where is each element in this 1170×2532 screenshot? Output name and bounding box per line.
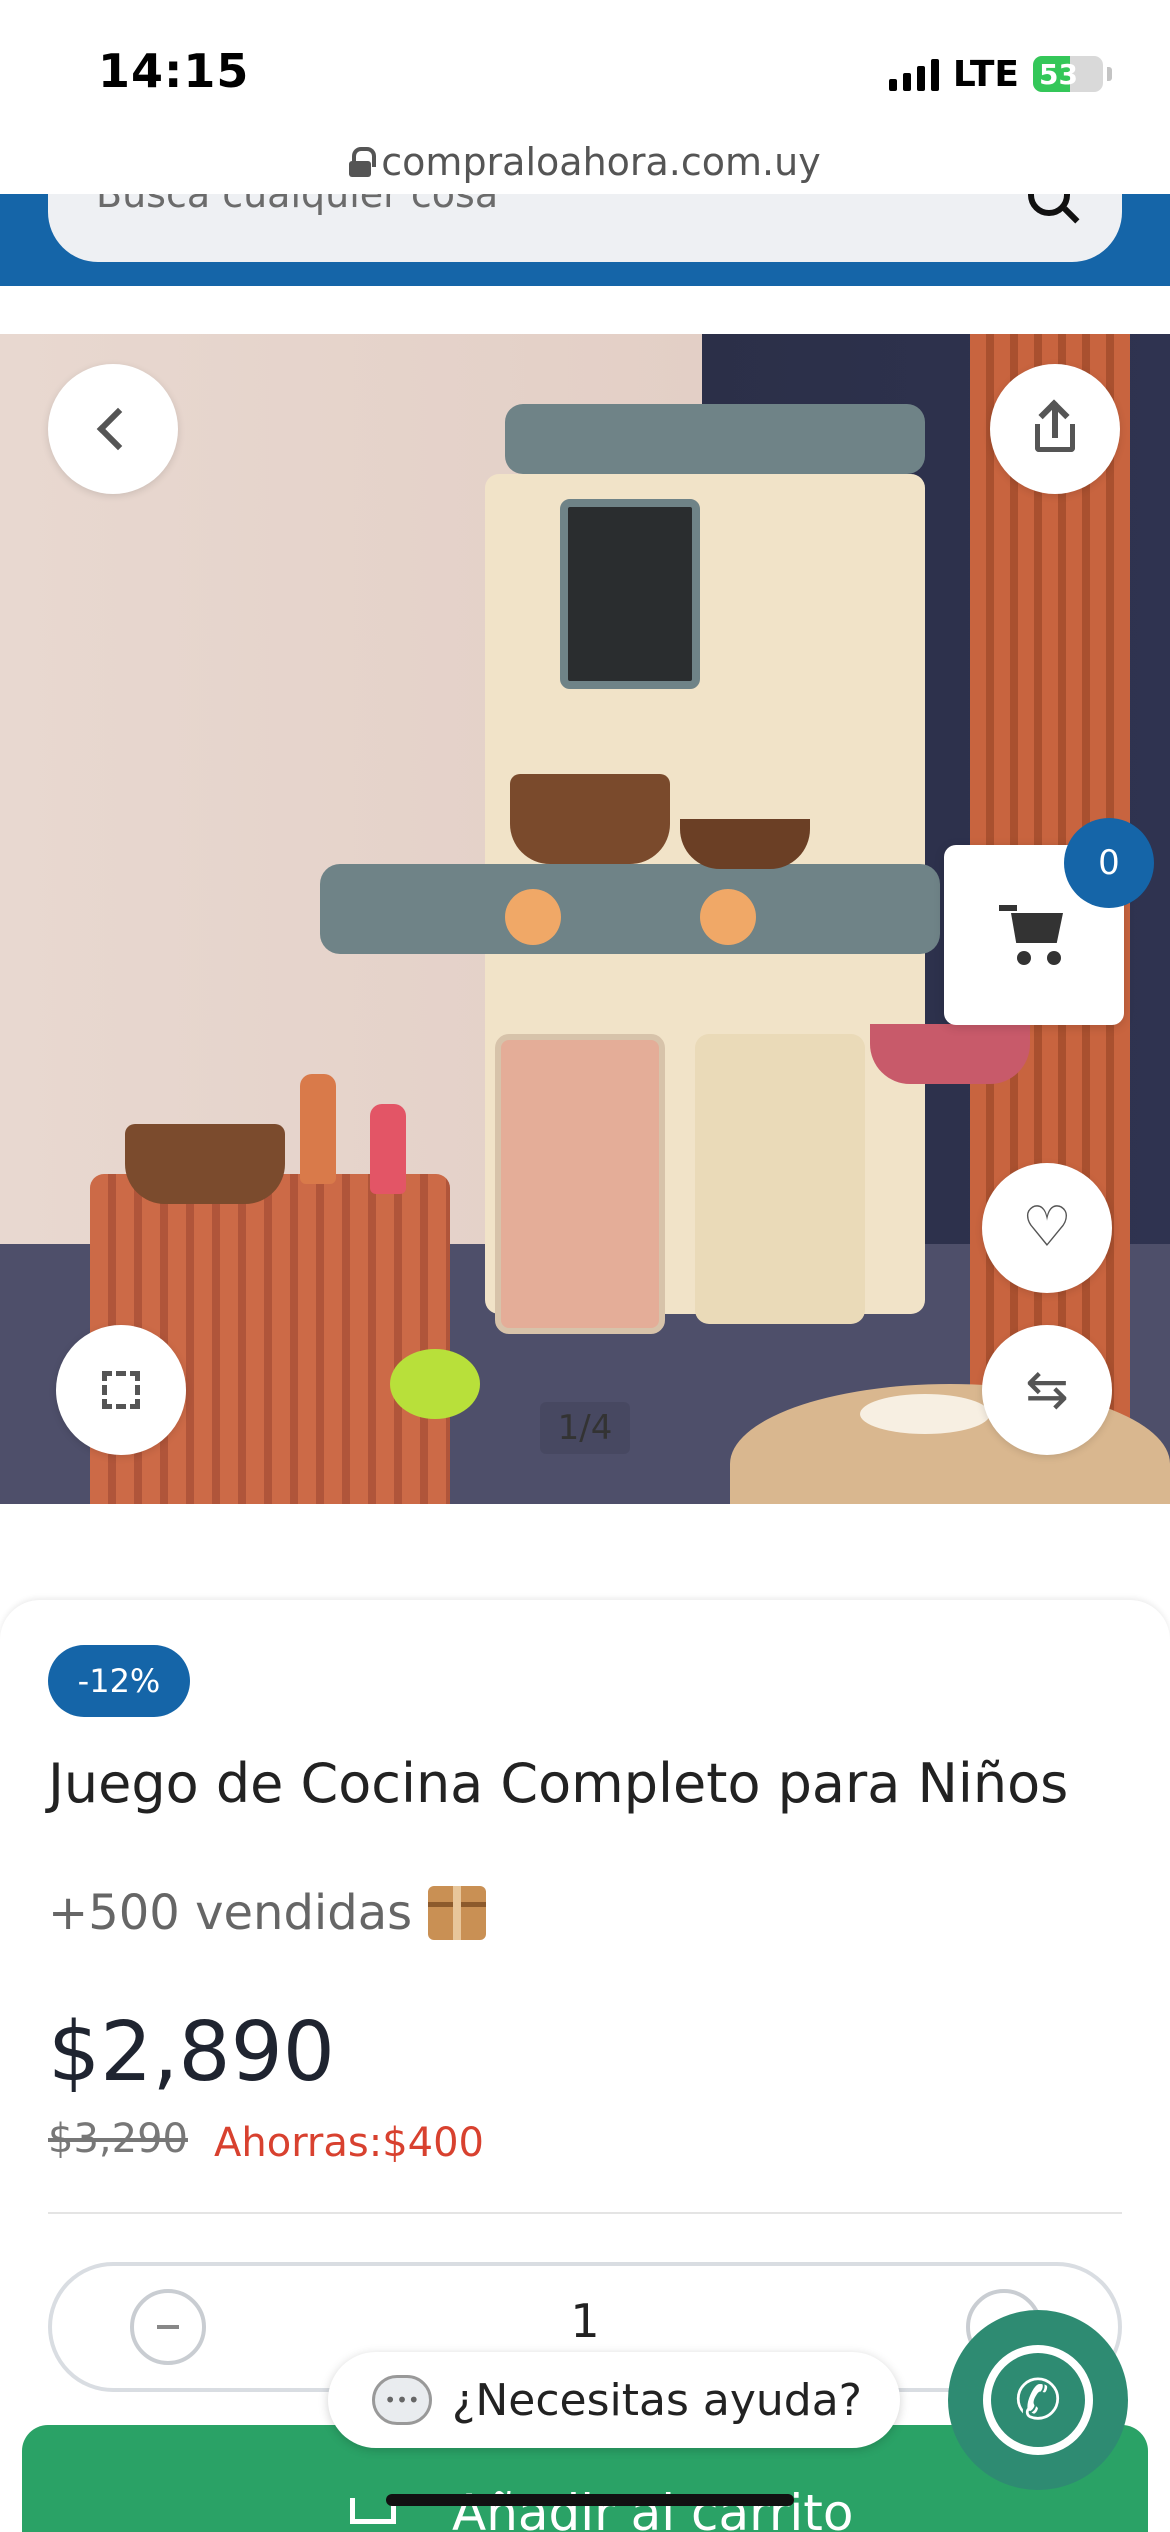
- old-price: $3,290: [48, 2116, 188, 2162]
- share-button[interactable]: [990, 364, 1120, 494]
- status-time: 14:15: [98, 44, 250, 98]
- search-input[interactable]: Busca cualquier cosa: [48, 194, 1122, 262]
- search-icon[interactable]: [1028, 194, 1070, 216]
- whatsapp-icon: ✆: [983, 2345, 1093, 2455]
- url-bar[interactable]: compraloahora.com.uy: [0, 130, 1170, 194]
- cart-icon: [999, 905, 1069, 965]
- help-chat-bubble[interactable]: ••• ¿Necesitas ayuda?: [328, 2352, 900, 2448]
- sold-count: +500 vendidas: [48, 1885, 487, 1941]
- expand-image-button[interactable]: [56, 1325, 186, 1455]
- divider: [48, 2212, 1122, 2214]
- quantity-decrease-button[interactable]: [130, 2289, 206, 2365]
- chevron-left-icon: [96, 407, 140, 451]
- expand-icon: [102, 1371, 140, 1409]
- whatsapp-button[interactable]: ✆: [948, 2310, 1128, 2490]
- status-bar: 14:15 LTE 53: [0, 0, 1170, 140]
- lock-icon: [349, 147, 377, 177]
- image-counter: 1/4: [540, 1402, 630, 1454]
- url-text: compraloahora.com.uy: [381, 140, 821, 184]
- heart-icon: ♡: [1021, 1195, 1073, 1260]
- signal-icon: [888, 57, 939, 91]
- box-icon: [428, 1886, 487, 1940]
- battery-level: 53: [1039, 58, 1078, 91]
- home-indicator: [386, 2494, 794, 2506]
- savings-text: Ahorras:$400: [214, 2120, 484, 2166]
- cart-count-badge: 0: [1064, 818, 1154, 908]
- network-label: LTE: [952, 53, 1019, 95]
- status-indicators: LTE 53: [888, 52, 1112, 96]
- search-placeholder: Busca cualquier cosa: [96, 194, 499, 216]
- discount-badge: -12%: [48, 1645, 190, 1717]
- current-price: $2,890: [48, 2005, 335, 2100]
- back-button[interactable]: [48, 364, 178, 494]
- favorite-button[interactable]: ♡: [982, 1163, 1112, 1293]
- quantity-value[interactable]: 1: [560, 2294, 610, 2348]
- compare-button[interactable]: ⇆: [982, 1325, 1112, 1455]
- battery-icon: 53: [1033, 56, 1103, 92]
- swap-icon: ⇆: [1025, 1360, 1069, 1420]
- chat-icon: •••: [372, 2375, 432, 2425]
- add-to-cart-label: Añadir al carrito: [452, 2484, 854, 2532]
- sold-text: +500 vendidas: [48, 1885, 413, 1941]
- help-text: ¿Necesitas ayuda?: [452, 2374, 863, 2426]
- share-icon: [1035, 406, 1075, 452]
- product-title: Juego de Cocina Completo para Niños: [48, 1752, 1069, 1815]
